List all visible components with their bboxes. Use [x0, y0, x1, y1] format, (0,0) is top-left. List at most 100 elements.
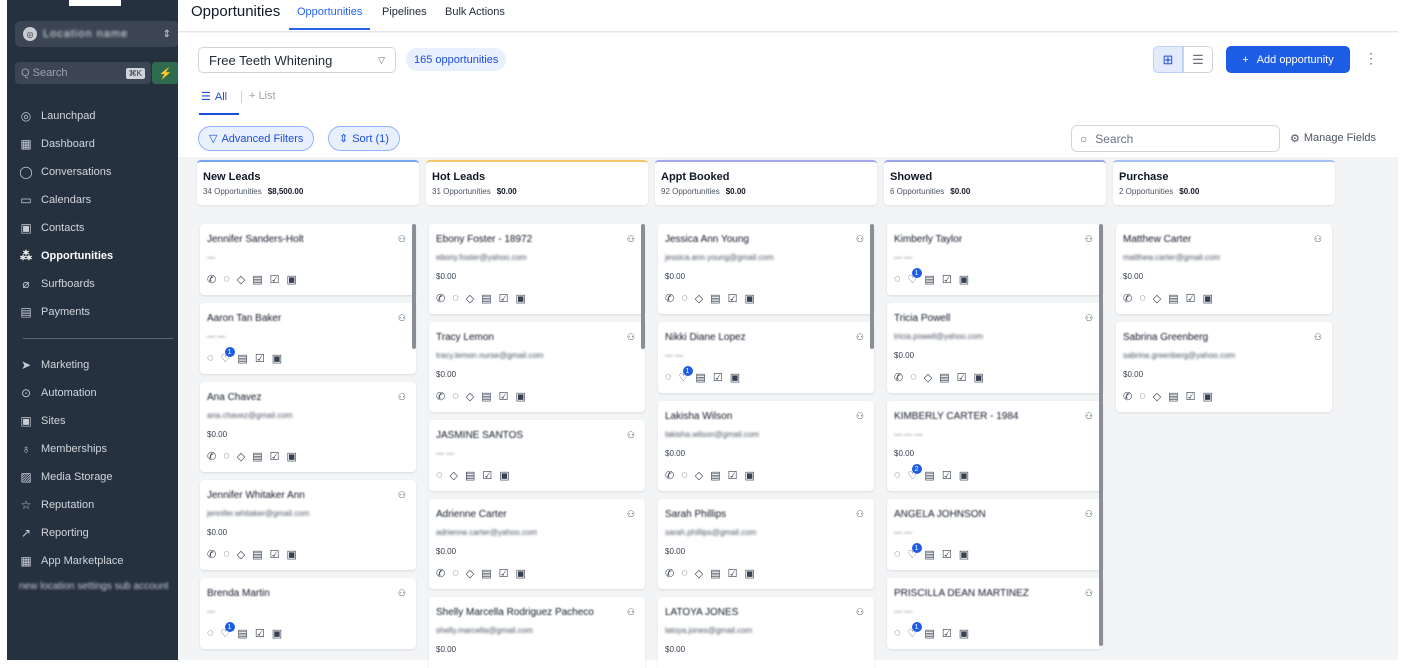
check-icon[interactable]: ☑	[713, 371, 723, 384]
tag-icon[interactable]: ◇	[924, 371, 932, 384]
check-icon[interactable]: ☑	[270, 273, 280, 286]
chat-icon[interactable]: ◌	[894, 273, 901, 286]
sidebar-item-reporting[interactable]: ↗ Reporting	[15, 521, 179, 545]
tag-icon[interactable]: ◇	[1153, 292, 1161, 305]
doc-icon[interactable]: ▤	[252, 273, 262, 286]
sidebar-item-marketing[interactable]: ➤ Marketing	[15, 353, 179, 377]
assign-user-icon[interactable]: ⚇	[627, 509, 635, 520]
sort-button[interactable]: ⇕ Sort (1)	[328, 126, 400, 151]
calendar-icon[interactable]: ▣	[1203, 292, 1213, 305]
assign-user-icon[interactable]: ⚇	[1085, 509, 1093, 520]
opportunity-card[interactable]: Nikki Diane Lopez ⚇ — — ◌ ♡ 1 ▤ ☑ ▣	[658, 322, 874, 393]
opportunity-card[interactable]: Kimberly Taylor ⚇ — — ◌ ♡ 1 ▤ ☑ ▣	[887, 224, 1103, 295]
tag-icon[interactable]: ◇	[466, 567, 474, 580]
tag-icon[interactable]: ◇	[237, 273, 245, 286]
sidebar-item-memberships[interactable]: ♁ Memberships	[15, 437, 179, 461]
phone-icon[interactable]: ✆	[207, 548, 216, 561]
opportunity-card[interactable]: ANGELA JOHNSON ⚇ — — ◌ ♡ 1 ▤ ☑ ▣	[887, 499, 1103, 570]
assign-user-icon[interactable]: ⚇	[856, 607, 864, 618]
phone-icon[interactable]: ✆	[665, 567, 674, 580]
doc-icon[interactable]: ▤	[481, 292, 491, 305]
doc-icon[interactable]: ▤	[252, 548, 262, 561]
opportunity-card[interactable]: Jessica Ann Young ⚇ jessica.ann.young@gmai…	[658, 224, 874, 314]
opportunity-card[interactable]: Lakisha Wilson ⚇ lakisha.wilson@gmail.com $…	[658, 401, 874, 491]
doc-icon[interactable]: ▤	[465, 469, 475, 482]
phone-icon[interactable]: ✆	[207, 273, 216, 286]
opportunity-card[interactable]: Ebony Foster - 18972 ⚇ ebony.foster@yahoo.…	[429, 224, 645, 314]
chat-icon[interactable]: ◌	[681, 567, 688, 580]
doc-icon[interactable]: ▤	[924, 469, 934, 482]
assign-user-icon[interactable]: ⚇	[856, 411, 864, 422]
heart-icon[interactable]: ♡ 1	[908, 543, 922, 561]
chat-icon[interactable]: ◌	[681, 469, 688, 482]
calendar-icon[interactable]: ▣	[499, 469, 509, 482]
phone-icon[interactable]: ✆	[894, 371, 903, 384]
assign-user-icon[interactable]: ⚇	[856, 509, 864, 520]
doc-icon[interactable]: ▤	[237, 352, 247, 365]
chat-icon[interactable]: ◌	[452, 292, 459, 305]
manage-fields-button[interactable]: ⚙ Manage Fields	[1290, 132, 1376, 145]
doc-icon[interactable]: ▤	[710, 567, 720, 580]
doc-icon[interactable]: ▤	[710, 292, 720, 305]
opportunity-card[interactable]: Sarah Phillips ⚇ sarah.phillips@gmail.com $…	[658, 499, 874, 589]
opportunity-card[interactable]: Sabrina Greenberg ⚇ sabrina.greenberg@yaho…	[1116, 322, 1332, 412]
sidebar-item-launchpad[interactable]: ◎ Launchpad	[15, 104, 179, 128]
assign-user-icon[interactable]: ⚇	[856, 332, 864, 343]
check-icon[interactable]: ☑	[1186, 390, 1196, 403]
tag-icon[interactable]: ◇	[695, 292, 703, 305]
check-icon[interactable]: ☑	[255, 352, 265, 365]
chat-icon[interactable]: ◌	[223, 548, 230, 561]
chat-icon[interactable]: ◌	[436, 469, 443, 482]
doc-icon[interactable]: ▤	[481, 567, 491, 580]
column-scrollbar[interactable]	[1099, 224, 1103, 646]
check-icon[interactable]: ☑	[499, 390, 509, 403]
phone-icon[interactable]: ✆	[665, 292, 674, 305]
tag-icon[interactable]: ◇	[237, 548, 245, 561]
heart-icon[interactable]: ♡ 1	[908, 268, 922, 286]
assign-user-icon[interactable]: ⚇	[398, 490, 406, 501]
check-icon[interactable]: ☑	[728, 567, 738, 580]
tag-icon[interactable]: ◇	[1153, 390, 1161, 403]
opportunity-card[interactable]: Brenda Martin ⚇ — ◌ ♡ 1 ▤ ☑ ▣	[200, 578, 416, 649]
sidebar-search[interactable]: Q Search ⌘K	[15, 62, 151, 84]
phone-icon[interactable]: ✆	[665, 469, 674, 482]
calendar-icon[interactable]: ▣	[287, 548, 297, 561]
check-icon[interactable]: ☑	[728, 292, 738, 305]
tab-opportunities[interactable]: Opportunities	[297, 6, 362, 18]
opportunity-card[interactable]: Adrienne Carter ⚇ adrienne.carter@yahoo.co…	[429, 499, 645, 589]
board-view-button[interactable]: ⊞	[1153, 46, 1183, 73]
check-icon[interactable]: ☑	[270, 548, 280, 561]
pipeline-select[interactable]: Free Teeth Whitening ▽	[198, 47, 396, 73]
doc-icon[interactable]: ▤	[924, 548, 934, 561]
column-scrollbar[interactable]	[641, 224, 645, 349]
opportunity-card[interactable]: JASMINE SANTOS ⚇ — — ◌ ◇ ▤ ☑ ▣	[429, 420, 645, 491]
sidebar-item-contacts[interactable]: ▣ Contacts	[15, 216, 179, 240]
check-icon[interactable]: ☑	[1186, 292, 1196, 305]
calendar-icon[interactable]: ▣	[745, 567, 755, 580]
calendar-icon[interactable]: ▣	[974, 371, 984, 384]
opportunity-card[interactable]: Jennifer Whitaker Ann ⚇ jennifer.whitaker@…	[200, 480, 416, 570]
doc-icon[interactable]: ▤	[695, 371, 705, 384]
check-icon[interactable]: ☑	[499, 292, 509, 305]
check-icon[interactable]: ☑	[942, 548, 952, 561]
doc-icon[interactable]: ▤	[924, 273, 934, 286]
assign-user-icon[interactable]: ⚇	[627, 234, 635, 245]
calendar-icon[interactable]: ▣	[730, 371, 740, 384]
check-icon[interactable]: ☑	[942, 469, 952, 482]
doc-icon[interactable]: ▤	[939, 371, 949, 384]
calendar-icon[interactable]: ▣	[272, 627, 282, 640]
check-icon[interactable]: ☑	[499, 567, 509, 580]
doc-icon[interactable]: ▤	[1168, 390, 1178, 403]
subtab-all[interactable]: ☰ All	[201, 90, 227, 104]
check-icon[interactable]: ☑	[482, 469, 492, 482]
assign-user-icon[interactable]: ⚇	[627, 430, 635, 441]
more-options-icon[interactable]: ⋮	[1364, 50, 1378, 67]
opportunity-card[interactable]: Ana Chavez ⚇ ana.chavez@gmail.com $0.00 ✆ ◌ ◇ ▤…	[200, 382, 416, 472]
calendar-icon[interactable]: ▣	[745, 469, 755, 482]
chat-icon[interactable]: ◌	[894, 548, 901, 561]
check-icon[interactable]: ☑	[255, 627, 265, 640]
tag-icon[interactable]: ◇	[695, 567, 703, 580]
quick-action-bolt-icon[interactable]: ⚡	[152, 62, 179, 84]
sidebar-item-media-storage[interactable]: ▨ Media Storage	[15, 465, 179, 489]
tab-bulk-actions[interactable]: Bulk Actions	[445, 6, 505, 18]
